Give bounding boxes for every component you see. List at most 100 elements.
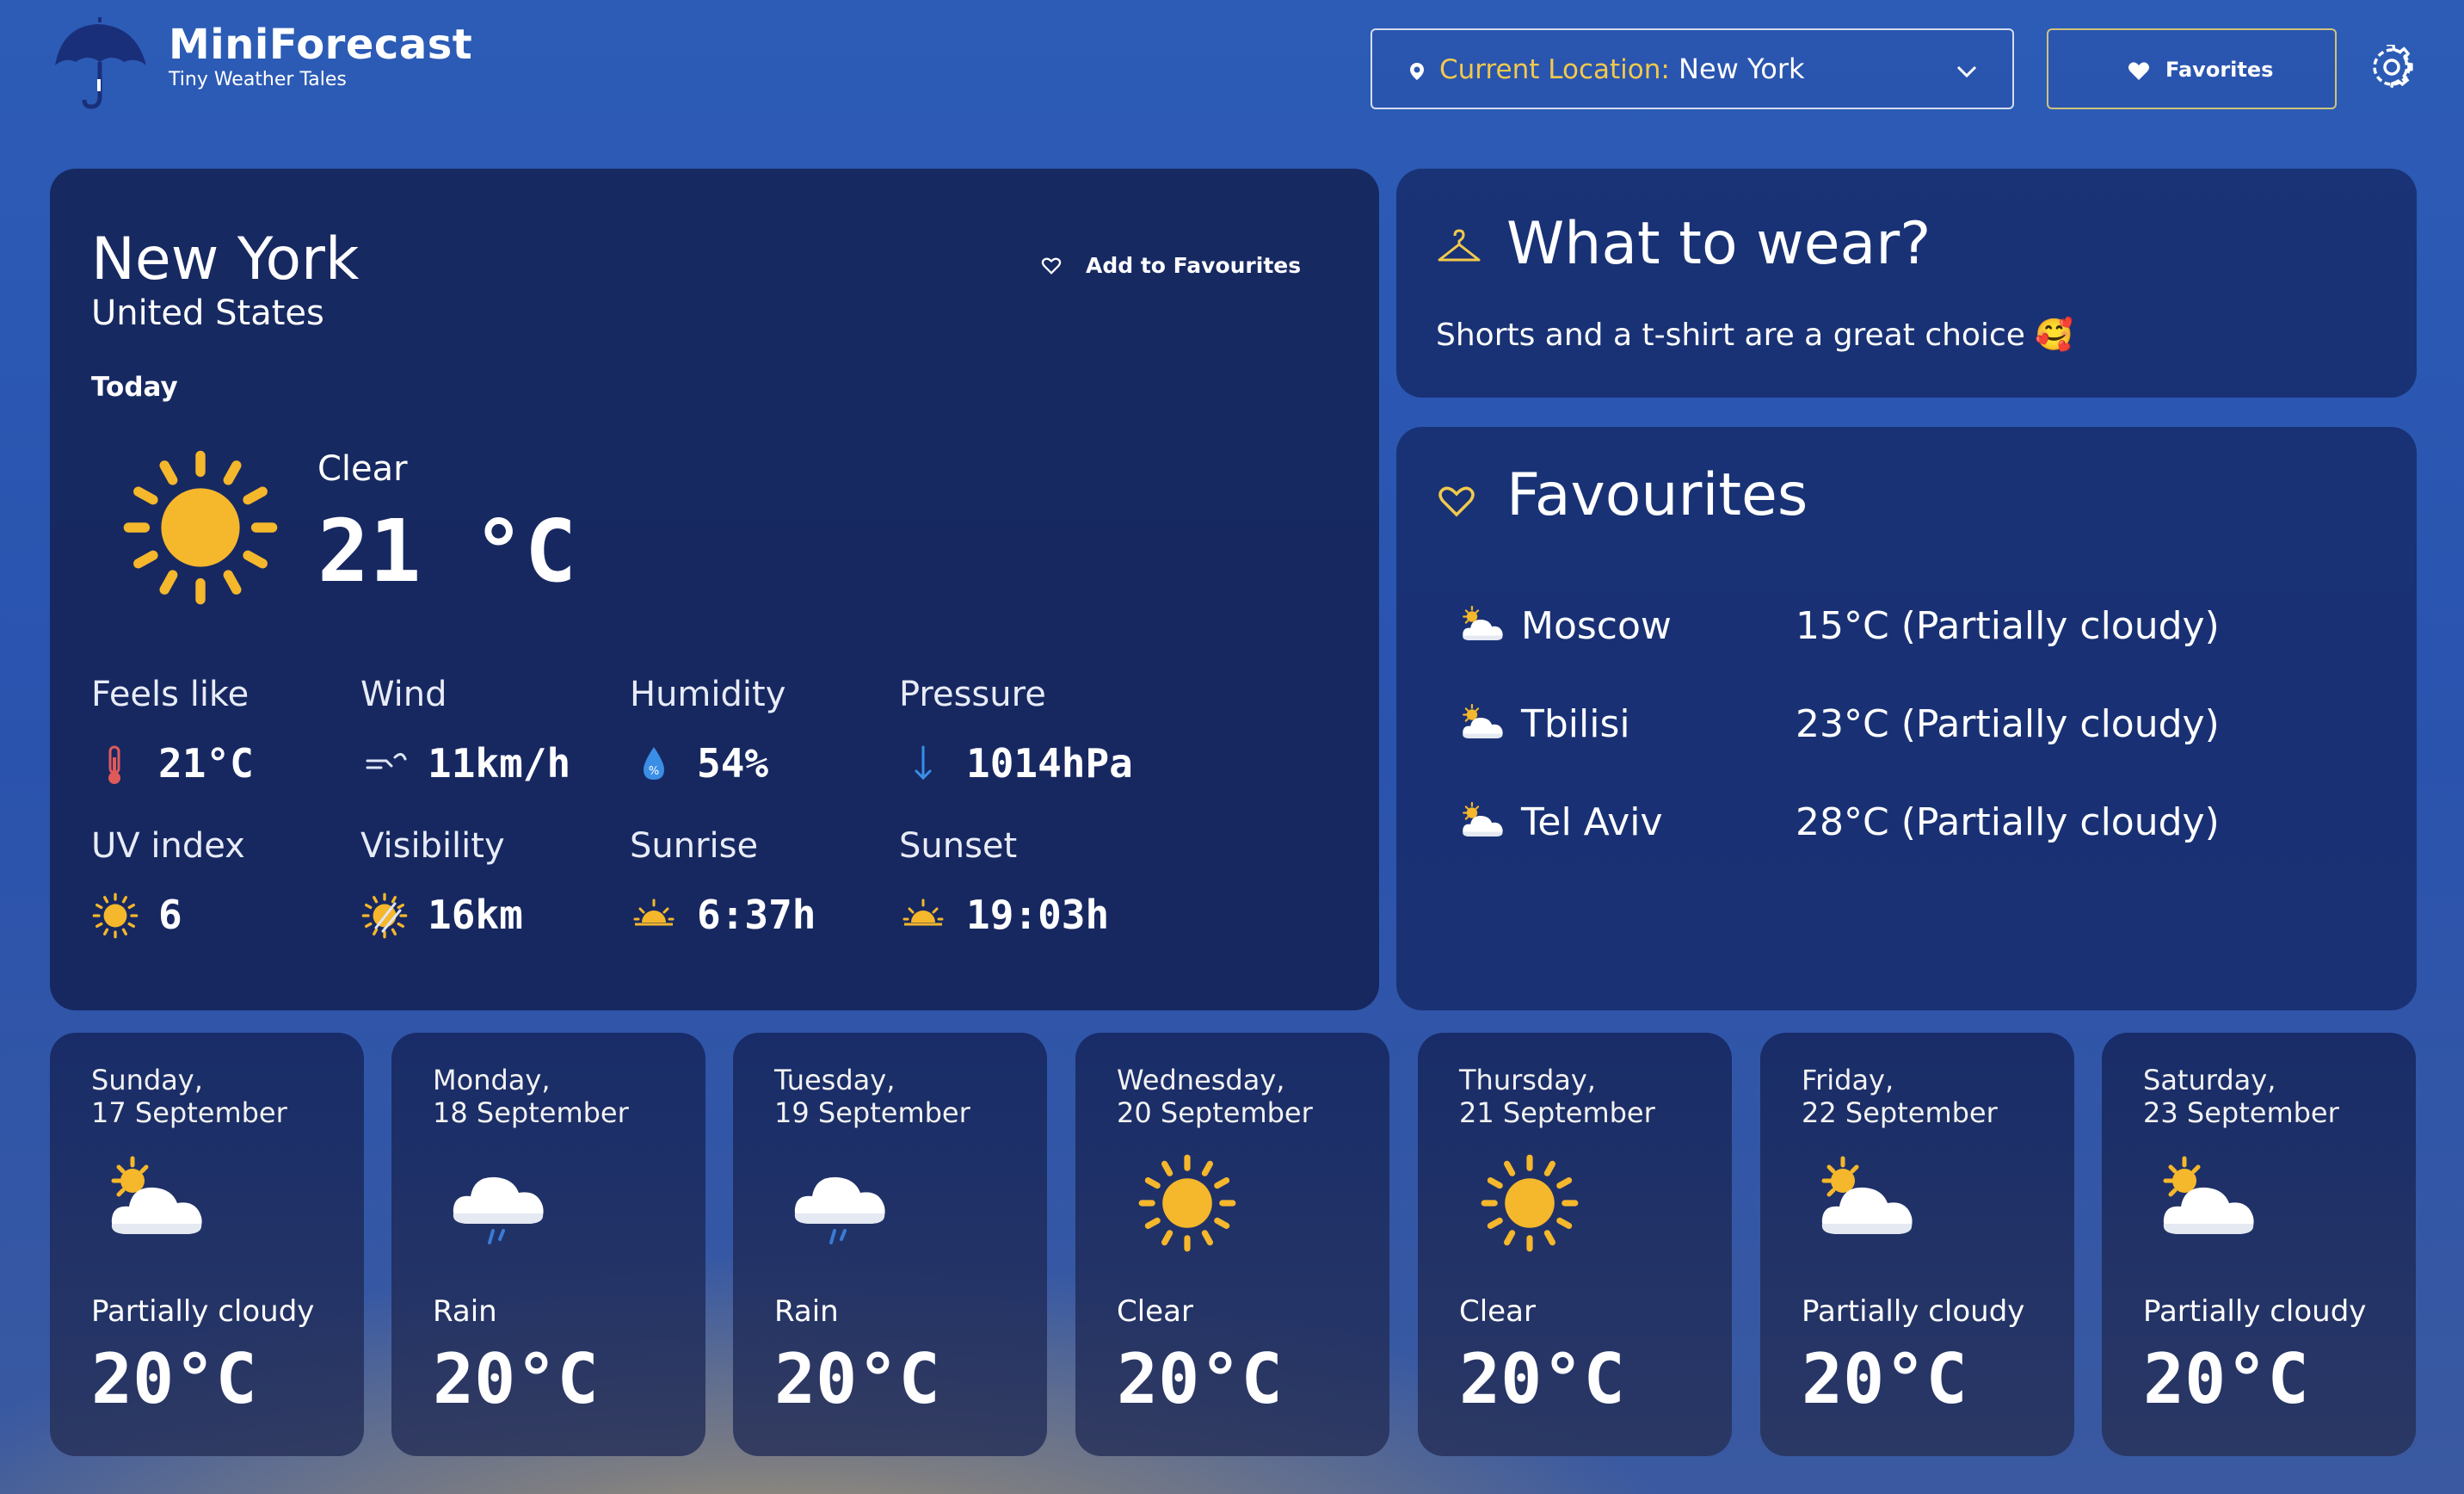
country-name: United States [91, 293, 324, 333]
favourite-item[interactable]: Tel Aviv 28°C (Partially cloudy) [1396, 795, 2417, 864]
heart-outline-icon [1041, 257, 1062, 275]
metric-value: 19:03h [966, 892, 1110, 938]
favourite-item[interactable]: Moscow 15°C (Partially cloudy) [1396, 599, 2417, 668]
sun-icon [119, 446, 282, 609]
forecast-day: Friday, [1802, 1064, 1894, 1096]
forecast-day: Sunday, [91, 1064, 203, 1096]
forecast-day: Thursday, [1459, 1064, 1596, 1096]
forecast-condition: Partially cloudy [1802, 1294, 2025, 1329]
favourite-weather: 15°C (Partially cloudy) [1796, 604, 2220, 648]
metric-value: 21°C [158, 740, 254, 787]
rain-cloud-icon [451, 1175, 545, 1244]
hanger-icon [1438, 229, 1481, 262]
gear-icon[interactable] [2369, 45, 2414, 90]
partly-cloudy-icon [102, 1151, 222, 1255]
current-condition: Clear [317, 449, 408, 489]
thermometer-icon [108, 745, 120, 784]
sunset-icon [902, 898, 944, 926]
forecast-date: 21 September [1459, 1096, 1655, 1129]
forecast-condition: Partially cloudy [91, 1294, 315, 1329]
favourite-city: Moscow [1521, 604, 1672, 648]
partly-cloudy-icon [2153, 1151, 2274, 1255]
forecast-day-card[interactable]: Sunday, 17 September Partially cloudy 20°… [50, 1033, 364, 1456]
location-select[interactable]: Current Location: New York [1371, 28, 2014, 109]
chevron-down-icon [1956, 65, 1977, 78]
partly-cloudy-icon [1462, 801, 1504, 838]
humidity-drop-icon: % [644, 747, 664, 780]
forecast-date: 18 September [433, 1096, 629, 1129]
location-pin-icon [1410, 63, 1424, 80]
forecast-temperature: 20°C [2143, 1339, 2309, 1419]
what-to-wear-text: Shorts and a t-shirt are a great choice … [1436, 318, 2074, 353]
metric-value: 1014hPa [966, 740, 1133, 787]
metric-label: Visibility [360, 826, 505, 866]
favorites-label: Favorites [2165, 58, 2274, 82]
favourites-card: Favourites Moscow 15°C (Partially cloudy… [1396, 427, 2417, 1010]
forecast-day-card[interactable]: Wednesday, 20 September Clear 20°C [1075, 1033, 1389, 1456]
metric-label: Feels like [91, 675, 249, 714]
forecast-date: 22 September [1802, 1096, 1998, 1129]
metric-value: 6 [158, 892, 182, 938]
forecast-day-card[interactable]: Tuesday, 19 September Rain 20°C [733, 1033, 1047, 1456]
forecast-day: Tuesday, [774, 1064, 896, 1096]
metric-label: Sunrise [630, 826, 759, 866]
what-to-wear-card: What to wear? Shorts and a t-shirt are a… [1396, 169, 2417, 398]
forecast-day: Wednesday, [1117, 1064, 1285, 1096]
favourite-weather: 28°C (Partially cloudy) [1796, 800, 2220, 844]
favorites-button[interactable]: Favorites [2047, 28, 2337, 109]
forecast-date: 19 September [774, 1096, 970, 1129]
metric-value: 6:37h [697, 892, 816, 938]
forecast-date: 20 September [1117, 1096, 1313, 1129]
arrow-down-icon [915, 745, 932, 781]
metric-label: Pressure [899, 675, 1046, 714]
forecast-day: Saturday, [2143, 1064, 2276, 1096]
forecast-date: 17 September [91, 1096, 287, 1129]
heart-outline-icon [1438, 486, 1475, 517]
forecast-day-card[interactable]: Friday, 22 September Partially cloudy 20°… [1760, 1033, 2074, 1456]
forecast-condition: Rain [774, 1294, 839, 1329]
forecast-condition: Clear [1459, 1294, 1536, 1329]
favourite-weather: 23°C (Partially cloudy) [1796, 702, 2220, 746]
partly-cloudy-icon [1462, 605, 1504, 642]
forecast-date: 23 September [2143, 1096, 2339, 1129]
forecast-temperature: 20°C [1117, 1339, 1283, 1419]
forecast-temperature: 20°C [1459, 1339, 1625, 1419]
wind-icon [366, 753, 407, 769]
rain-cloud-icon [792, 1175, 887, 1244]
forecast-day-card[interactable]: Thursday, 21 September Clear 20°C [1418, 1033, 1732, 1456]
sun-icon [1469, 1151, 1590, 1255]
metric-value: 16km [428, 892, 523, 938]
metric-label: Humidity [630, 675, 786, 714]
location-value: New York [1679, 52, 1805, 85]
metric-label: UV index [91, 826, 245, 866]
favourite-item[interactable]: Tbilisi 23°C (Partially cloudy) [1396, 697, 2417, 766]
umbrella-logo [50, 17, 153, 112]
forecast-temperature: 20°C [433, 1339, 599, 1419]
add-to-favourites-label: Add to Favourites [1086, 253, 1302, 278]
favourite-city: Tel Aviv [1521, 800, 1663, 844]
forecast-day-card[interactable]: Monday, 18 September Rain 20°C [391, 1033, 705, 1456]
forecast-condition: Rain [433, 1294, 497, 1329]
svg-text:%: % [649, 765, 659, 778]
heart-icon [2128, 62, 2149, 80]
city-name: New York [91, 225, 360, 293]
forecast-day-card[interactable]: Saturday, 23 September Partially cloudy 2… [2102, 1033, 2416, 1456]
partly-cloudy-icon [1812, 1151, 1932, 1255]
today-label: Today [91, 372, 178, 403]
current-weather-card: New York United States Add to Favourites… [50, 169, 1379, 1010]
metric-label: Sunset [899, 826, 1018, 866]
forecast-condition: Partially cloudy [2143, 1294, 2367, 1329]
metric-value: 11km/h [428, 740, 571, 787]
favourites-title: Favourites [1506, 461, 1808, 529]
sun-icon [1127, 1151, 1247, 1255]
forecast-day: Monday, [433, 1064, 551, 1096]
forecast-temperature: 20°C [91, 1339, 257, 1419]
location-label: Current Location: [1439, 54, 1670, 85]
what-to-wear-title: What to wear? [1506, 210, 1931, 278]
app-subtitle: Tiny Weather Tales [169, 69, 347, 90]
partly-cloudy-icon [1462, 703, 1504, 740]
metric-label: Wind [360, 675, 447, 714]
sunrise-icon [633, 898, 675, 926]
forecast-temperature: 20°C [1802, 1339, 1968, 1419]
app-title: MiniForecast [169, 21, 473, 69]
